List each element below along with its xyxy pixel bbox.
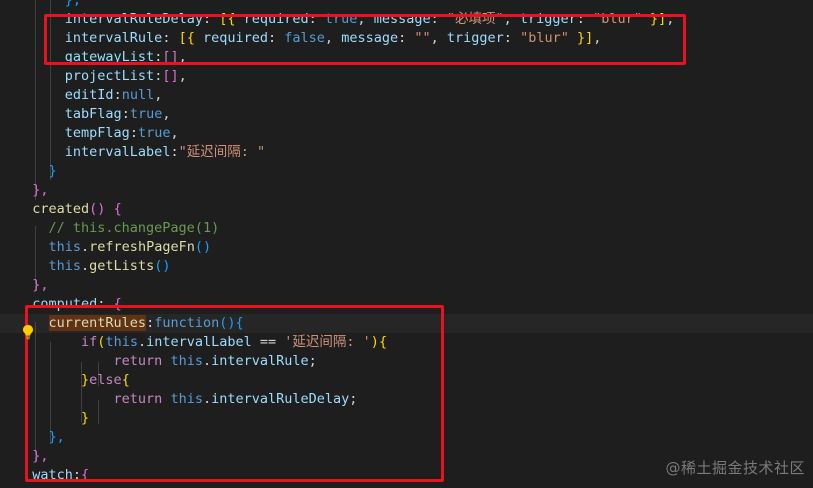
code-line[interactable]: this.refreshPageFn(): [0, 238, 813, 257]
code-line[interactable]: tabFlag:true,: [0, 105, 813, 124]
code-token: "延迟间隔: ": [178, 144, 266, 160]
code-token: }: [48, 163, 57, 179]
code-token: {: [113, 201, 122, 217]
code-token: // this.changePage(1): [48, 220, 220, 236]
code-token: ,: [178, 68, 187, 84]
code-line[interactable]: this.getLists(): [0, 257, 813, 276]
code-token: },: [64, 0, 82, 8]
code-line[interactable]: projectList:[],: [0, 67, 813, 86]
code-token: []: [162, 68, 179, 84]
code-token: refreshPageFn: [89, 239, 195, 255]
code-token: intervalLabel: [64, 144, 171, 160]
watermark: @稀土掘金技术社区: [665, 459, 805, 477]
highlight-box-computed: [25, 305, 444, 482]
code-token: editId: [64, 87, 114, 103]
code-token: :: [170, 144, 179, 160]
code-line[interactable]: created() {: [0, 200, 813, 219]
code-token: true: [137, 125, 171, 141]
code-token: true: [129, 106, 163, 122]
code-token: null: [121, 87, 155, 103]
code-token: .: [81, 258, 90, 274]
code-line[interactable]: },: [0, 181, 813, 200]
code-editor[interactable]: }, intervalRuleDelay: [{ required: true,…: [0, 0, 813, 488]
code-line[interactable]: editId:null,: [0, 86, 813, 105]
code-token: },: [32, 277, 49, 293]
code-line[interactable]: tempFlag:true,: [0, 124, 813, 143]
code-token: ,: [162, 106, 171, 122]
code-token: },: [32, 182, 49, 198]
code-line[interactable]: // this.changePage(1): [0, 219, 813, 238]
code-token: tempFlag: [64, 125, 130, 141]
code-token: getLists: [89, 258, 155, 274]
code-line[interactable]: },: [0, 276, 813, 295]
code-token: (): [89, 201, 106, 217]
lightbulb-icon[interactable]: [22, 324, 34, 340]
highlight-box-rules: [44, 14, 686, 65]
code-token: this: [48, 239, 82, 255]
code-token: tabFlag: [64, 106, 122, 122]
code-token: projectList: [64, 68, 155, 84]
code-token: :: [129, 125, 138, 141]
code-line[interactable]: },: [0, 0, 813, 10]
code-line[interactable]: }: [0, 162, 813, 181]
code-token: ,: [170, 125, 179, 141]
code-token: .: [81, 239, 90, 255]
code-token: :: [113, 87, 122, 103]
code-token: this: [48, 258, 82, 274]
code-token: (): [194, 239, 212, 255]
code-token: :: [121, 106, 130, 122]
code-token: created: [32, 201, 90, 217]
code-line[interactable]: intervalLabel:"延迟间隔: ": [0, 143, 813, 162]
code-token: (): [154, 258, 171, 274]
code-token: ,: [154, 87, 163, 103]
